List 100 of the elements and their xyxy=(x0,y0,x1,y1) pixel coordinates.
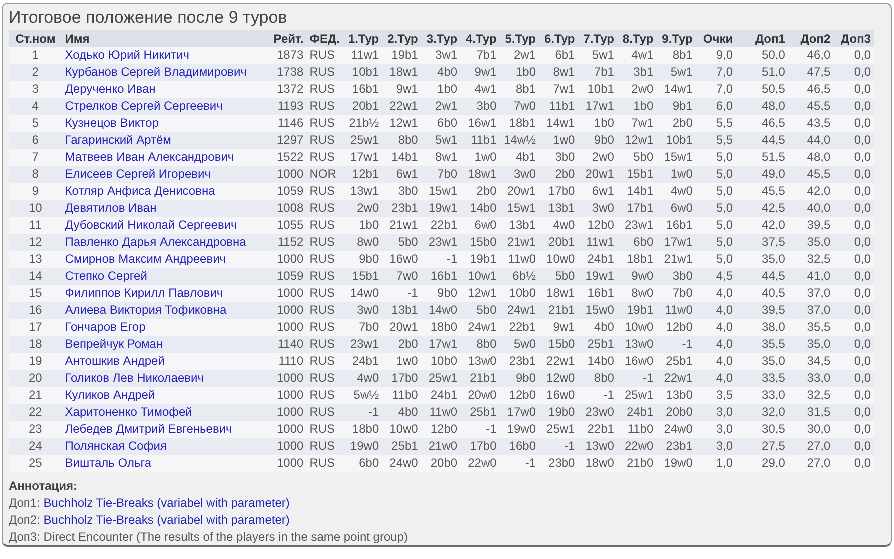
table-cell: 23b1 xyxy=(656,438,696,455)
table-cell: 0,0 xyxy=(834,98,874,115)
table-cell: 24w0 xyxy=(382,455,422,472)
table-cell: 7 xyxy=(9,149,62,166)
table-cell: 7,0 xyxy=(696,64,736,81)
table-cell: 0,0 xyxy=(834,387,874,404)
table-cell: 1008 xyxy=(268,200,307,217)
table-cell: 20b0 xyxy=(656,404,696,421)
table-cell: 20b1 xyxy=(342,98,382,115)
table-cell: 3w0 xyxy=(342,302,382,319)
column-header: Доп2 xyxy=(788,30,834,47)
table-cell: 6w0 xyxy=(656,200,696,217)
table-cell: 1000 xyxy=(268,404,307,421)
table-cell: 25b1 xyxy=(460,404,500,421)
table-cell: 4b0 xyxy=(421,64,461,81)
table-cell: 3,0 xyxy=(696,421,736,438)
table-cell: 0,0 xyxy=(834,353,874,370)
table-cell: 19 xyxy=(9,353,62,370)
table-cell: 3w1 xyxy=(421,47,461,64)
table-cell: 22w0 xyxy=(617,438,657,455)
table-cell: 1b0 xyxy=(578,115,618,132)
table-cell: 15w1 xyxy=(656,149,696,166)
table-cell: 27,5 xyxy=(736,438,788,455)
table-cell: 23w1 xyxy=(342,336,382,353)
table-cell: 40,5 xyxy=(736,285,788,302)
table-cell: 20b1 xyxy=(539,234,578,251)
table-cell: 18b0 xyxy=(342,421,382,438)
table-cell: 21w1 xyxy=(500,234,539,251)
table-cell: 46,5 xyxy=(736,115,788,132)
table-cell: 44,5 xyxy=(736,132,788,149)
table-cell: 3,5 xyxy=(696,387,736,404)
tie-break-link[interactable]: Buchholz Tie-Breaks (variabel with parameter) xyxy=(44,496,290,510)
table-cell: 5,5 xyxy=(696,132,736,149)
table-cell: 4w0 xyxy=(656,183,696,200)
table-cell: 42,0 xyxy=(788,183,834,200)
table-cell: 4w0 xyxy=(342,370,382,387)
table-cell: 20 xyxy=(9,370,62,387)
table-cell: RUS xyxy=(306,438,343,455)
table-cell: 19b1 xyxy=(617,302,657,319)
column-header: ФЕД. xyxy=(306,30,343,47)
table-cell: 6b1 xyxy=(539,47,578,64)
table-cell: 15b0 xyxy=(539,336,578,353)
table-cell: 22 xyxy=(9,404,62,421)
column-header: Доп1 xyxy=(736,30,788,47)
table-cell: 1873 xyxy=(268,47,307,64)
column-header: 8.Тур xyxy=(617,30,657,47)
table-cell: 24b1 xyxy=(617,404,657,421)
table-cell: 15b1 xyxy=(617,166,657,183)
table-cell: 12w1 xyxy=(617,132,657,149)
table-cell: 1000 xyxy=(268,319,307,336)
table-cell: 3,0 xyxy=(696,404,736,421)
table-cell: 0,0 xyxy=(834,251,874,268)
table-cell: 25w1 xyxy=(421,370,461,387)
table-cell: 3b1 xyxy=(617,64,657,81)
table-cell: 35,0 xyxy=(788,336,834,353)
table-cell: 23b1 xyxy=(500,353,539,370)
table-cell: 18b1 xyxy=(500,115,539,132)
table-cell: 22b1 xyxy=(500,319,539,336)
table-cell: 3b0 xyxy=(460,98,500,115)
table-cell: 0,0 xyxy=(834,285,874,302)
table-cell: 21 xyxy=(9,387,62,404)
table-cell: 1055 xyxy=(268,217,307,234)
table-cell: 32,5 xyxy=(788,387,834,404)
table-cell: 35,0 xyxy=(736,251,788,268)
table-cell: RUS xyxy=(306,336,343,353)
table-cell: 0,0 xyxy=(834,319,874,336)
table-cell: 4 xyxy=(9,98,62,115)
table-cell: RUS xyxy=(306,234,343,251)
table-cell: 1,0 xyxy=(696,455,736,472)
table-cell: 0,0 xyxy=(834,404,874,421)
table-cell: 42,5 xyxy=(736,200,788,217)
table-cell: 9w0 xyxy=(617,268,657,285)
annotation-label: Доп2: xyxy=(9,513,40,527)
table-cell: 10b1 xyxy=(578,81,618,98)
table-cell: 19w1 xyxy=(421,200,461,217)
table-cell: 11w0 xyxy=(656,302,696,319)
table-cell: 13b0 xyxy=(656,387,696,404)
table-cell: 46,5 xyxy=(788,81,834,98)
table-cell: 10 xyxy=(9,200,62,217)
table-cell: 11w1 xyxy=(578,234,618,251)
table-cell: 14b0 xyxy=(460,200,500,217)
table-cell: -1 xyxy=(617,370,657,387)
table-cell: 14w1 xyxy=(539,115,578,132)
table-cell: 8b1 xyxy=(656,47,696,64)
table-cell: 11w0 xyxy=(421,404,461,421)
table-cell: 4b0 xyxy=(382,404,422,421)
table-cell: 3 xyxy=(9,81,62,98)
table-cell: 51,0 xyxy=(736,64,788,81)
tie-break-link[interactable]: Buchholz Tie-Breaks (variabel with parameter) xyxy=(44,513,290,527)
table-cell: 22b1 xyxy=(421,217,461,234)
table-cell: 1000 xyxy=(268,166,307,183)
table-cell: 17b0 xyxy=(460,438,500,455)
table-cell: 25w1 xyxy=(539,421,578,438)
table-cell: 22w1 xyxy=(382,98,422,115)
table-cell: 2 xyxy=(9,64,62,81)
table-cell: 10w0 xyxy=(617,319,657,336)
table-cell: 14w0 xyxy=(342,285,382,302)
table-cell: 30,0 xyxy=(788,421,834,438)
table-cell: 0,0 xyxy=(834,64,874,81)
table-cell: 24b1 xyxy=(421,387,461,404)
